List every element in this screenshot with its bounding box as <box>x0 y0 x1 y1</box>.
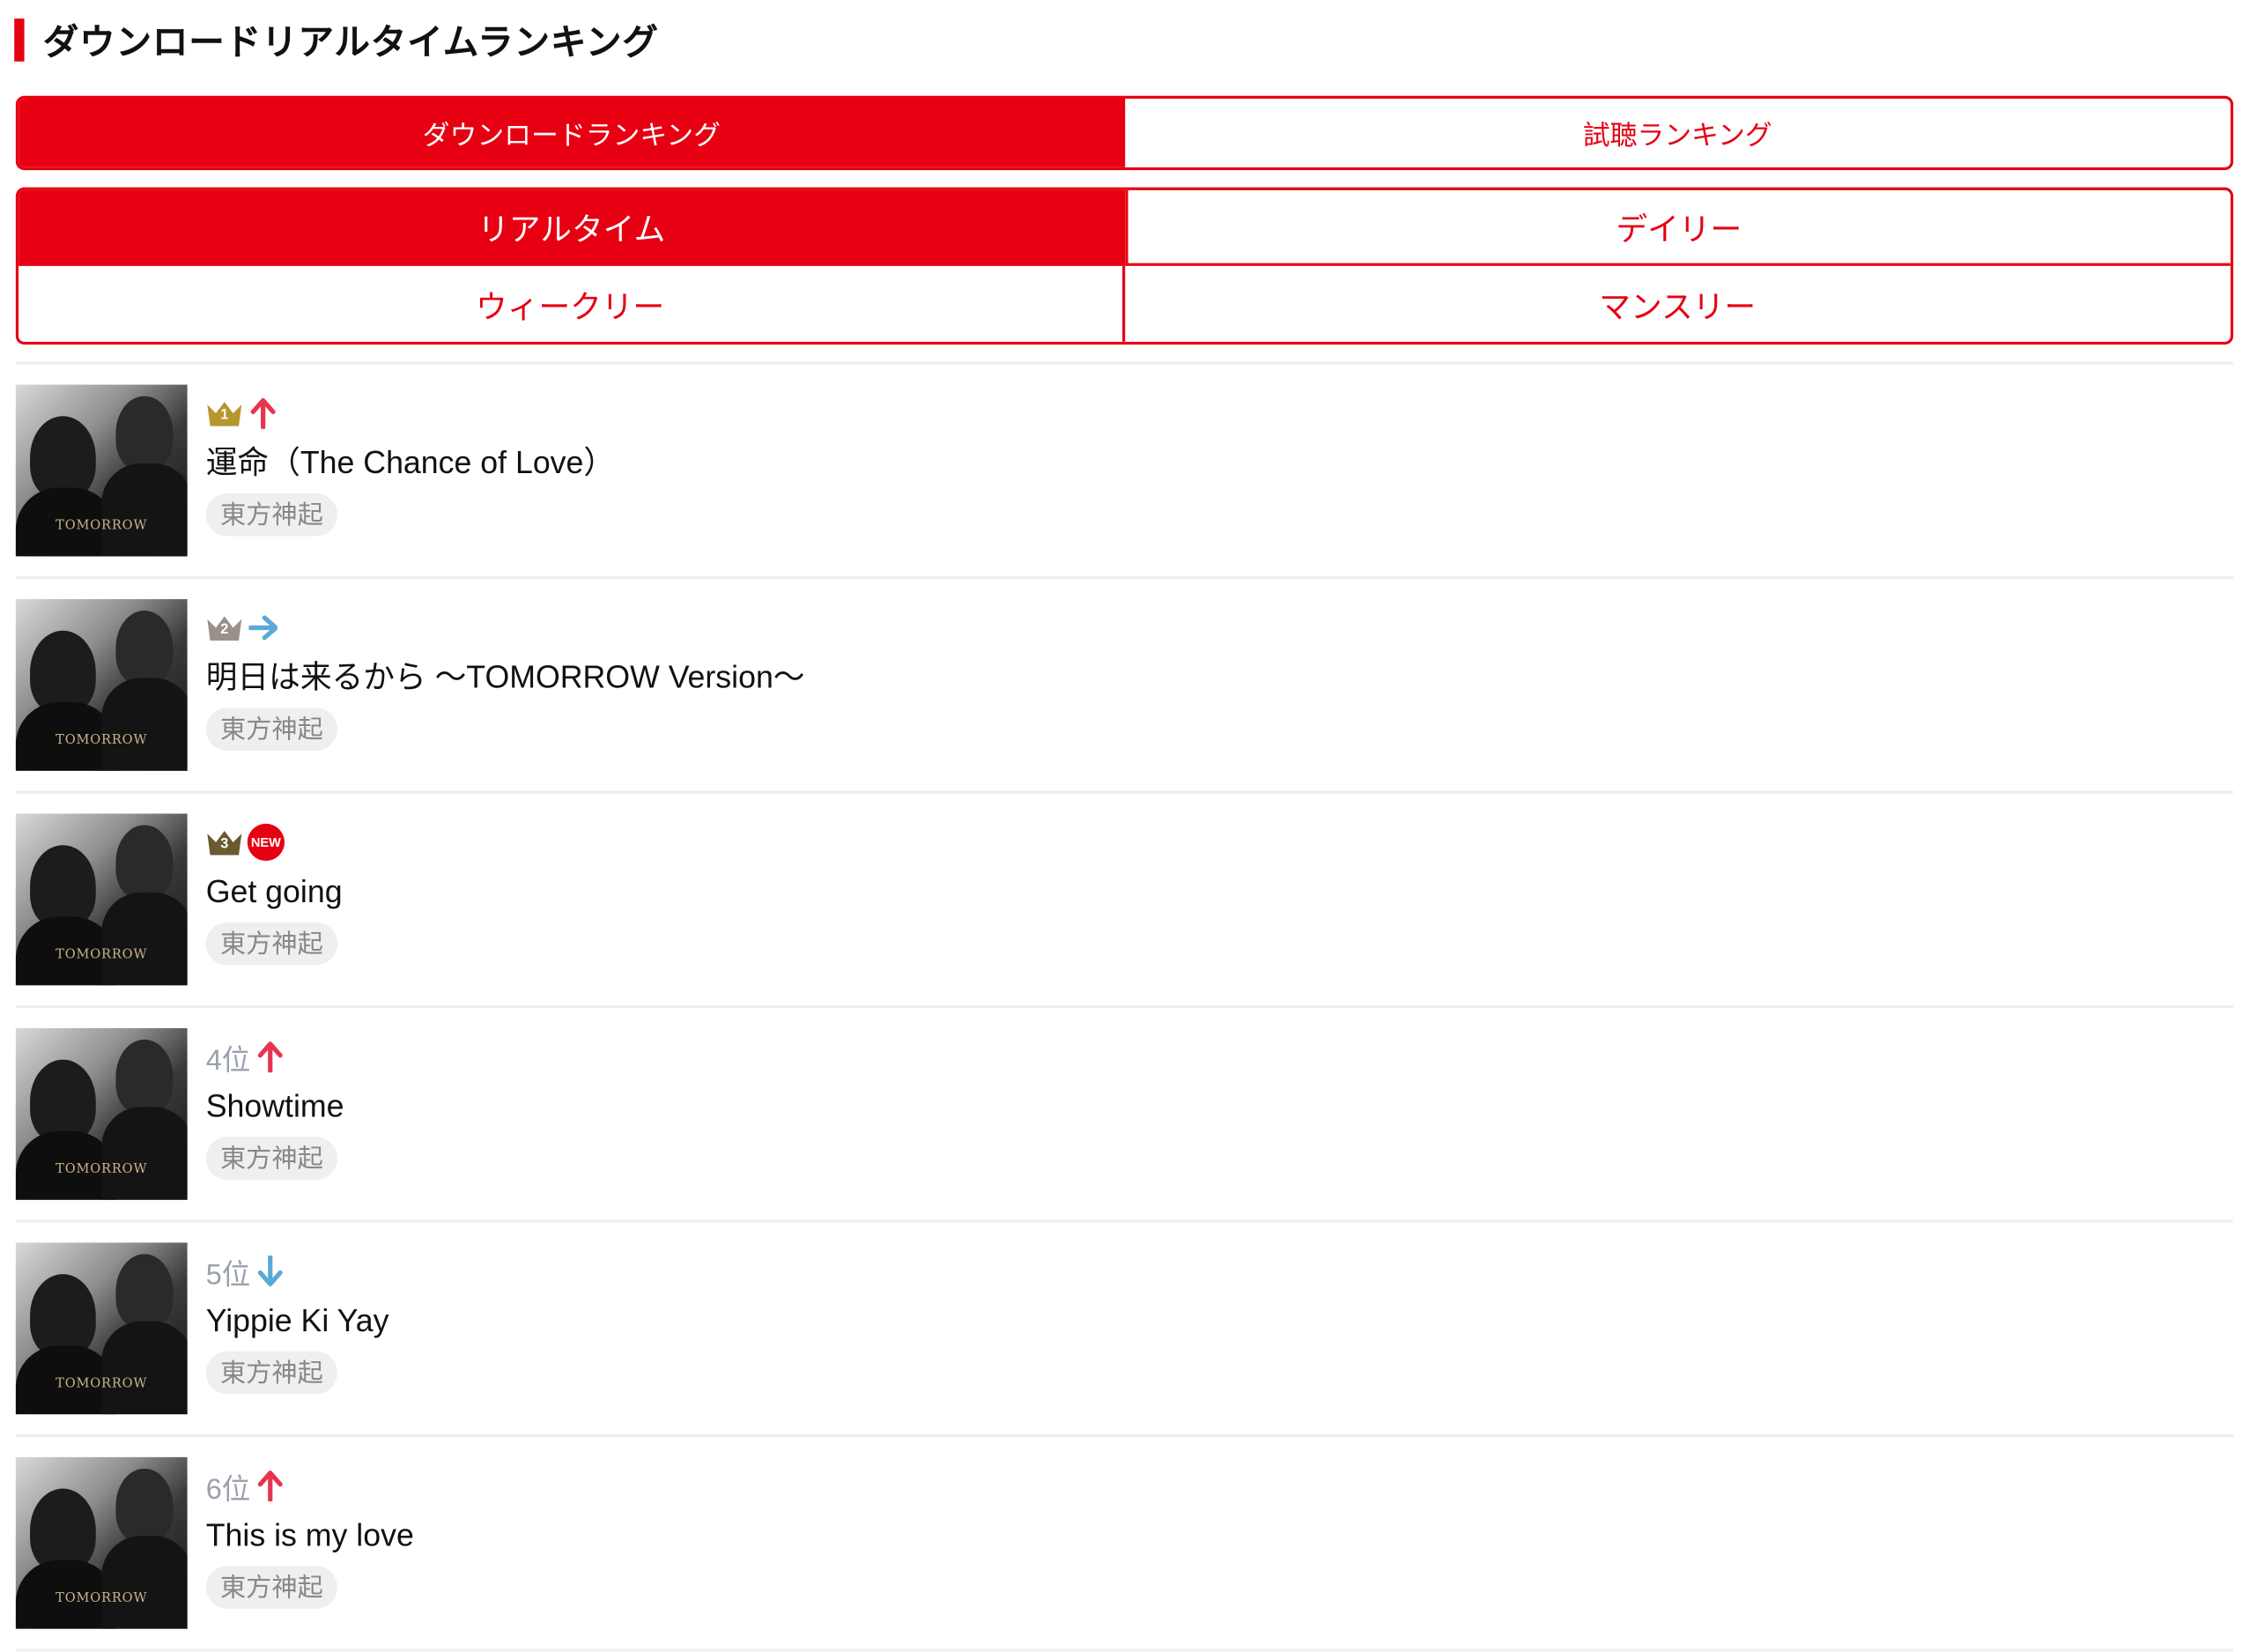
tab-monthly[interactable]: マンスリー <box>1124 265 2231 342</box>
rank-indicator: 4位 <box>206 1037 344 1077</box>
rank-number: 5位 <box>205 1259 251 1291</box>
song-title[interactable]: Yippie Ki Yay <box>206 1301 389 1341</box>
ranking-item[interactable]: TOMORROW 6位 This is my love 東方神起 <box>15 1437 2234 1652</box>
artist-tag[interactable]: 東方神起 <box>205 922 338 966</box>
ranking-item[interactable]: TOMORROW 5位 Yippie Ki Yay 東方神起 <box>15 1223 2234 1438</box>
ranking-item-info: 6位 This is my love 東方神起 <box>205 1457 414 1648</box>
album-logo-text: TOMORROW <box>55 948 148 963</box>
artist-tag[interactable]: 東方神起 <box>205 707 338 752</box>
rank-indicator: 5位 <box>206 1251 389 1291</box>
page-title: ダウンロードリアルタイムランキング <box>42 22 659 63</box>
song-title[interactable]: 運命（The Chance of Love） <box>206 443 615 483</box>
rank-indicator: 3 NEW <box>206 822 343 862</box>
album-logo-text: TOMORROW <box>55 733 148 748</box>
heading-accent-bar <box>14 19 25 62</box>
album-logo-text: TOMORROW <box>55 519 148 534</box>
artist-tag[interactable]: 東方神起 <box>205 493 338 537</box>
tab-weekly[interactable]: ウィークリー <box>18 265 1125 342</box>
rank-number: 3 <box>220 836 229 853</box>
arrow-down-icon <box>250 1255 285 1287</box>
song-title[interactable]: This is my love <box>206 1515 414 1555</box>
album-logo-text: TOMORROW <box>55 1376 148 1392</box>
rank-number: 2 <box>220 622 229 638</box>
section-heading: ダウンロードリアルタイムランキング <box>0 0 2242 80</box>
song-title[interactable]: Get going <box>206 872 343 912</box>
ranking-item[interactable]: TOMORROW 4位 Showtime 東方神起 <box>15 1008 2234 1223</box>
album-artwork[interactable]: TOMORROW <box>15 1027 188 1200</box>
ranking-period-tabs: リアルタイム デイリー ウィークリー マンスリー <box>15 187 2234 345</box>
rank-indicator: 6位 <box>206 1466 414 1506</box>
tab-daily[interactable]: デイリー <box>1124 189 2231 266</box>
album-logo-text: TOMORROW <box>55 1162 148 1177</box>
rank-number: 4位 <box>205 1044 251 1077</box>
artist-tag[interactable]: 東方神起 <box>205 1566 338 1609</box>
crown-icon: 3 <box>206 828 243 856</box>
ranking-item-info: 2 明日は来るから ～TOMORROW Version～ 東方神起 <box>205 599 805 790</box>
ranking-item-info: 1 運命（The Chance of Love） 東方神起 <box>205 385 615 576</box>
ranking-item[interactable]: TOMORROW 3 NEW Get going 東方神起 <box>15 794 2234 1009</box>
new-badge: NEW <box>247 823 285 862</box>
rank-indicator: 2 <box>206 608 805 648</box>
album-artwork[interactable]: TOMORROW <box>15 599 188 771</box>
song-title[interactable]: 明日は来るから ～TOMORROW Version～ <box>206 658 805 698</box>
ranking-item-info: 3 NEW Get going 東方神起 <box>205 813 343 1004</box>
ranking-item[interactable]: TOMORROW 1 運命（The Chance of Love） 東方神起 <box>15 365 2234 580</box>
arrow-up-icon <box>250 1470 285 1502</box>
ranking-list: TOMORROW 1 運命（The Chance of Love） 東方神起 TOMOR… <box>15 361 2234 1652</box>
album-artwork[interactable]: TOMORROW <box>15 1456 188 1629</box>
ranking-item-info: 5位 Yippie Ki Yay 東方神起 <box>205 1242 389 1433</box>
rank-indicator: 1 <box>206 393 615 433</box>
album-logo-text: TOMORROW <box>55 1591 148 1606</box>
crown-icon: 1 <box>206 399 243 427</box>
artist-tag[interactable]: 東方神起 <box>205 1351 338 1395</box>
tab-realtime[interactable]: リアルタイム <box>18 189 1125 266</box>
crown-icon: 2 <box>206 613 243 641</box>
arrow-up-icon <box>250 1041 285 1073</box>
ranking-item[interactable]: TOMORROW 2 明日は来るから ～TOMORROW Version～ 東方神起 <box>15 579 2234 794</box>
rank-number: 1 <box>220 407 229 424</box>
album-artwork[interactable]: TOMORROW <box>15 1242 188 1415</box>
arrow-right-icon <box>243 612 277 644</box>
rank-number: 6位 <box>205 1473 251 1506</box>
arrow-up-icon <box>243 397 277 429</box>
album-artwork[interactable]: TOMORROW <box>15 813 188 986</box>
tab-preview-ranking[interactable]: 試聴ランキング <box>1124 98 2231 167</box>
ranking-type-tabs: ダウンロードランキング 試聴ランキング <box>15 95 2234 171</box>
tab-download-ranking[interactable]: ダウンロードランキング <box>18 98 1125 167</box>
song-title[interactable]: Showtime <box>206 1086 344 1126</box>
artist-tag[interactable]: 東方神起 <box>205 1137 338 1180</box>
album-artwork[interactable]: TOMORROW <box>15 384 188 557</box>
ranking-item-info: 4位 Showtime 東方神起 <box>205 1028 344 1219</box>
